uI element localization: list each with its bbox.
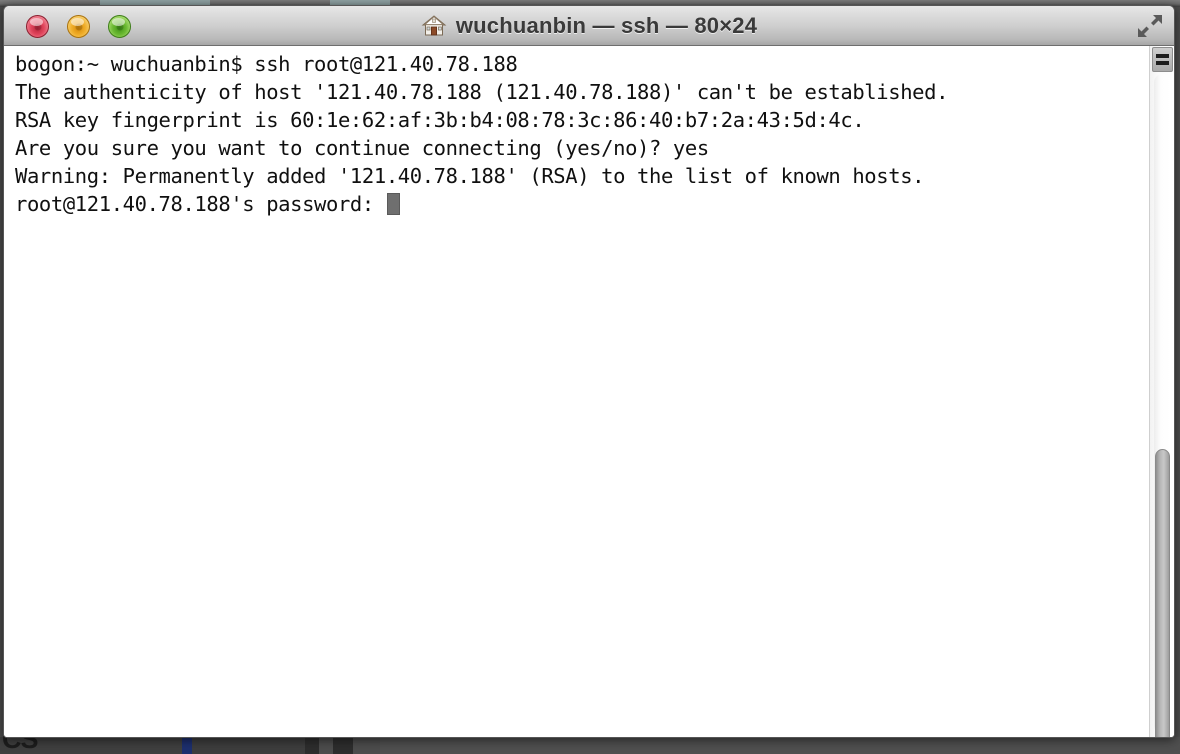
terminal-line: Warning: Permanently added '121.40.78.18… bbox=[15, 164, 925, 189]
terminal-line: bogon:~ wuchuanbin$ ssh root@121.40.78.1… bbox=[15, 52, 518, 76]
background-segment-highlight bbox=[182, 737, 192, 754]
scroll-thumb[interactable] bbox=[1155, 449, 1170, 737]
house-icon bbox=[421, 15, 447, 36]
terminal-output[interactable]: bogon:~ wuchuanbin$ ssh root@121.40.78.1… bbox=[15, 50, 1134, 219]
background-segment-3 bbox=[305, 737, 319, 754]
terminal-line: Are you sure you want to continue connec… bbox=[15, 136, 709, 161]
terminal-line: root@121.40.78.188's password: bbox=[15, 190, 1134, 218]
terminal-line: RSA key fingerprint is 60:1e:62:af:3b:b4… bbox=[15, 108, 865, 133]
fullscreen-icon bbox=[1138, 15, 1162, 37]
terminal-window[interactable]: wuchuanbin — ssh — 80×24 bogon:~ wuchuan… bbox=[3, 5, 1175, 738]
terminal-line: The authenticity of host '121.40.78.188 … bbox=[15, 80, 949, 105]
background-bottom-strip bbox=[0, 737, 1180, 754]
window-title-group: wuchuanbin — ssh — 80×24 bbox=[4, 6, 1174, 46]
scroll-up-icon bbox=[1156, 54, 1169, 58]
background-segment-2 bbox=[192, 737, 305, 754]
fullscreen-button[interactable] bbox=[1134, 10, 1166, 42]
window-title: wuchuanbin — ssh — 80×24 bbox=[455, 13, 758, 38]
background-segment-5 bbox=[380, 737, 1180, 754]
terminal-cursor bbox=[386, 193, 400, 216]
scroll-up-button[interactable] bbox=[1152, 47, 1173, 72]
window-titlebar[interactable]: wuchuanbin — ssh — 80×24 bbox=[4, 6, 1174, 46]
background-segment-4 bbox=[333, 737, 353, 754]
vertical-scrollbar[interactable] bbox=[1149, 46, 1174, 737]
scroll-up-icon-2 bbox=[1156, 61, 1169, 65]
terminal-content-area[interactable]: bogon:~ wuchuanbin$ ssh root@121.40.78.1… bbox=[4, 46, 1174, 737]
